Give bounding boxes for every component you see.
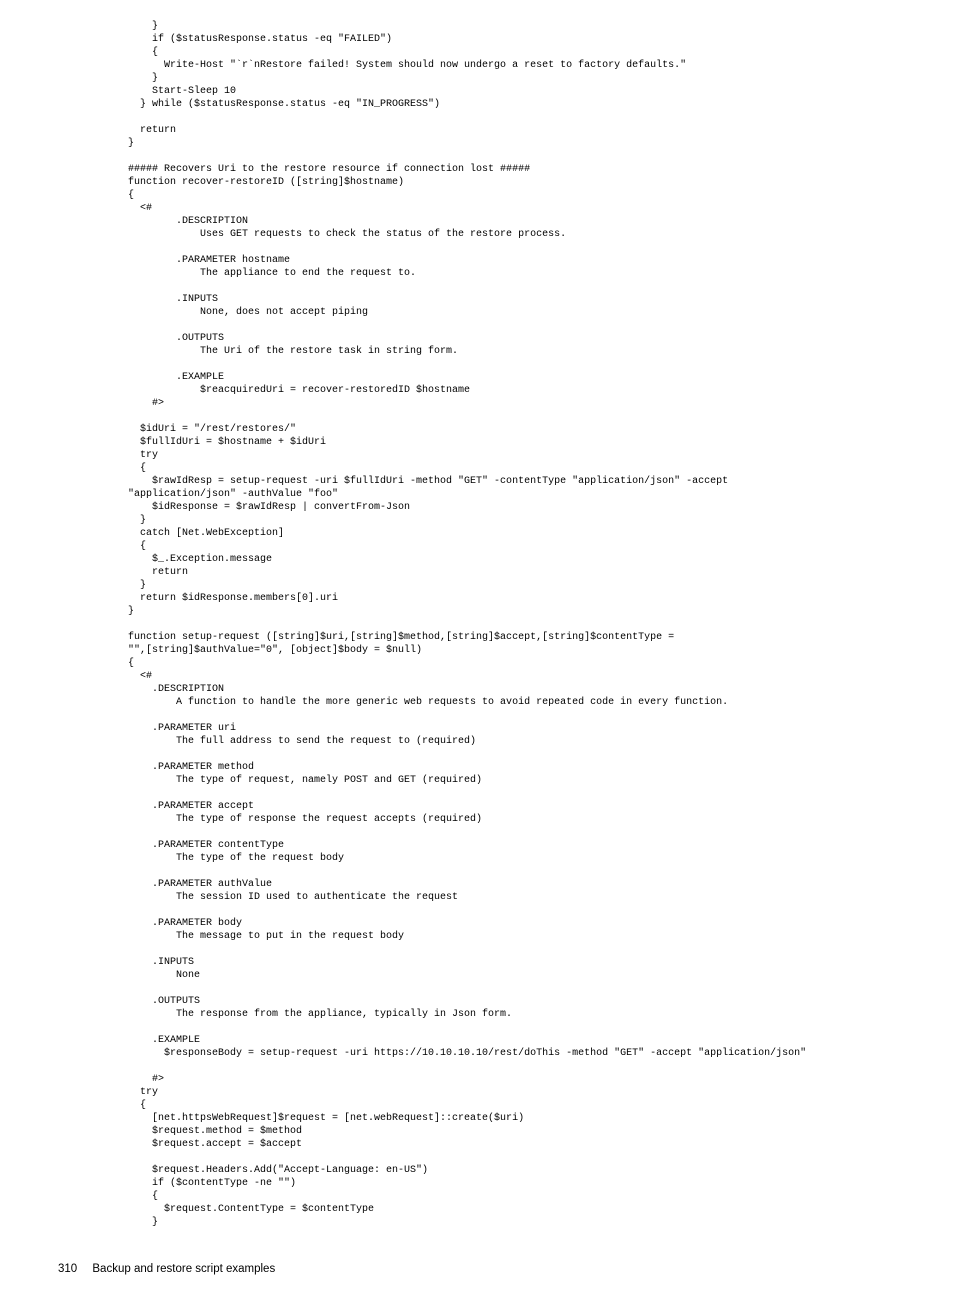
code-block: } if ($statusResponse.status -eq "FAILED… [128, 20, 934, 1229]
page-footer: 310 Backup and restore script examples [0, 1249, 954, 1289]
page-number: 310 [58, 1263, 77, 1275]
section-title: Backup and restore script examples [92, 1263, 275, 1275]
